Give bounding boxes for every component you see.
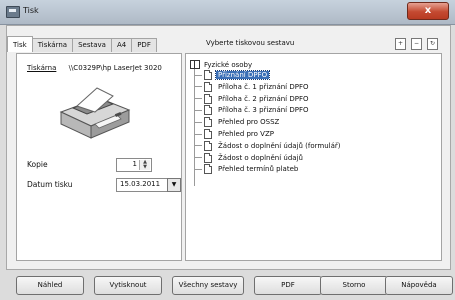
tree-item-label: Žádost o doplnění údajů (formulář): [218, 141, 341, 150]
tree-item[interactable]: Přehled termínů plateb: [195, 164, 300, 175]
tree-branch-line: [195, 121, 202, 123]
print-date-field[interactable]: 15.03.2011 ▼: [116, 178, 181, 192]
tree-item-label: Žádost o doplnění údajů: [218, 153, 303, 162]
tab-sestava[interactable]: Sestava: [72, 38, 112, 52]
document-icon: [204, 129, 212, 139]
copies-spinner: ▲ ▼: [139, 160, 150, 170]
tree-item[interactable]: Příloha č. 3 přiznání DPFO: [195, 105, 311, 116]
tab-strip: Tisk Tiskárna Sestava A4 PDF: [7, 36, 157, 52]
chevron-down-icon[interactable]: ▼: [167, 178, 181, 192]
tree-branch-line: [195, 86, 202, 88]
document-icon: [204, 152, 212, 163]
report-select-label: Vyberte tiskovou sestavu: [206, 39, 295, 47]
button-row: Náhled Vytisknout Všechny sestavy PDF St…: [0, 276, 455, 295]
printer-icon: [59, 87, 131, 139]
expand-icon[interactable]: +: [395, 38, 406, 50]
print-button[interactable]: Vytisknout: [94, 276, 162, 295]
copies-value: 1: [132, 160, 137, 168]
tree-item-label: Příloha č. 2 přiznání DPFO: [218, 94, 309, 103]
tree-branch-line: [195, 109, 202, 111]
tree-branch-line: [195, 157, 202, 159]
all-reports-button[interactable]: Všechny sestavy: [172, 276, 244, 295]
tree-item-label: Přiznání DPFO: [214, 70, 271, 80]
print-date-label: Datum tisku: [27, 180, 73, 189]
tab-pdf[interactable]: PDF: [131, 38, 157, 52]
book-icon: [190, 60, 200, 69]
close-button[interactable]: x: [407, 2, 449, 20]
copies-label: Kopie: [27, 160, 48, 169]
title-bar: Tisk x: [0, 0, 455, 25]
tree-item[interactable]: Přehled pro VZP: [195, 129, 276, 139]
tree-branch-line: [195, 145, 202, 147]
printer-name: \\C0329P\hp LaserJet 3020: [68, 64, 162, 72]
tab-a4[interactable]: A4: [110, 38, 133, 52]
tree-item-label: Přehled pro VZP: [218, 130, 274, 138]
document-icon: [204, 164, 212, 175]
window-title: Tisk: [23, 6, 39, 15]
document-icon: [204, 105, 212, 116]
report-tree: Fyzické osoby Přiznání DPFO Příloha č. 1 …: [185, 53, 442, 261]
cancel-button[interactable]: Storno: [320, 276, 388, 295]
tree-item-label: Příloha č. 1 přiznání DPFO: [218, 82, 309, 91]
tree-item-label: Přehled pro OSSZ: [218, 118, 280, 127]
copies-stepper[interactable]: 1 ▲ ▼: [116, 158, 152, 172]
tree-item-label: Přehled termínů plateb: [218, 165, 299, 174]
refresh-icon[interactable]: ↻: [427, 38, 438, 50]
document-icon: [204, 117, 212, 128]
help-button[interactable]: Nápověda: [385, 276, 453, 295]
tree-root[interactable]: Fyzické osoby: [190, 60, 252, 69]
tree-branch-line: [195, 98, 202, 100]
tree-branch-line: [195, 74, 202, 76]
tree-item[interactable]: Příloha č. 1 přiznání DPFO: [195, 81, 311, 92]
print-date-value: 15.03.2011: [120, 180, 161, 188]
print-settings-panel: Tiskárna \\C0329P\hp LaserJet 3020 Kopie…: [16, 53, 182, 261]
printer-row: Tiskárna \\C0329P\hp LaserJet 3020: [27, 64, 162, 72]
document-icon: [204, 140, 212, 151]
printer-link[interactable]: Tiskárna: [27, 64, 56, 72]
printer-app-icon: [6, 6, 20, 18]
tree-item[interactable]: Žádost o doplnění údajů: [195, 152, 305, 163]
preview-button[interactable]: Náhled: [16, 276, 84, 295]
collapse-icon[interactable]: −: [411, 38, 422, 50]
tab-tiskarna[interactable]: Tiskárna: [31, 38, 74, 52]
tree-toolbar: + − ↻: [395, 38, 438, 50]
document-icon: [204, 70, 212, 80]
tree-item[interactable]: Přehled pro OSSZ: [195, 117, 281, 128]
document-icon: [204, 81, 212, 92]
spin-down-icon[interactable]: ▼: [140, 165, 150, 170]
tab-tisk[interactable]: Tisk: [7, 36, 33, 52]
tree-item[interactable]: Přiznání DPFO: [195, 70, 271, 80]
pdf-button[interactable]: PDF: [254, 276, 322, 295]
document-icon: [204, 93, 212, 104]
tree-item[interactable]: Žádost o doplnění údajů (formulář): [195, 140, 343, 151]
tree-branch-line: [195, 168, 202, 170]
tree-item-label: Příloha č. 3 přiznání DPFO: [218, 106, 309, 115]
tree-root-label: Fyzické osoby: [204, 60, 253, 69]
tree-branch-line: [195, 133, 202, 135]
tree-item[interactable]: Příloha č. 2 přiznání DPFO: [195, 93, 311, 104]
